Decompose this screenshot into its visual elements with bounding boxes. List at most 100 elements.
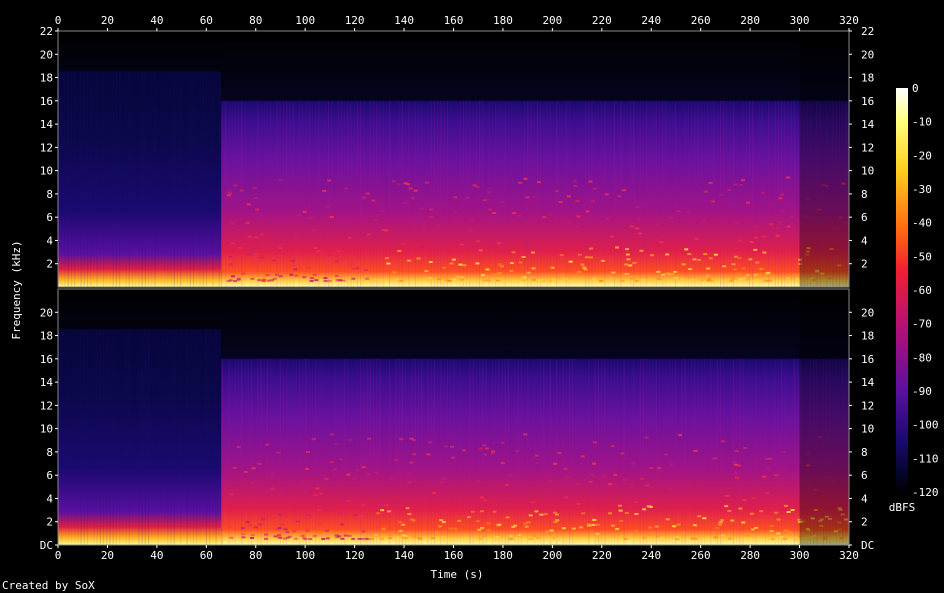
y-tick-label-left: 12 [40, 141, 53, 154]
x-tick-label-top: 300 [790, 14, 810, 27]
x-tick-label-top: 60 [200, 14, 213, 27]
y-tick-label-right: 16 [861, 95, 874, 108]
colorbar-tick-label: -20 [912, 149, 932, 162]
colorbar-tick-label: -40 [912, 217, 932, 230]
y-tick-label-left: 16 [40, 95, 53, 108]
x-tick-label-bottom: 160 [444, 549, 464, 562]
x-tick-label-top: 120 [345, 14, 365, 27]
y-tick-label-left: 18 [40, 72, 53, 85]
colorbar-tick-label: -50 [912, 250, 932, 263]
y-tick-label-left: 20 [40, 48, 53, 61]
y-tick-label-right: 12 [861, 141, 874, 154]
y-tick-label-right: 18 [861, 330, 874, 343]
y-tick-label-left: 14 [40, 118, 54, 131]
x-tick-label-top: 0 [55, 14, 62, 27]
x-tick-label-bottom: 180 [493, 549, 513, 562]
x-tick-label-bottom: 300 [790, 549, 810, 562]
x-tick-label-bottom: 320 [839, 549, 859, 562]
spectrogram-chart: 22 2220 2018 1816 1614 1412 1210 108 86 64 42 220 20… [2, 14, 939, 592]
colorbar: 0 -10 -20 -30 -40 -50 -60 -70 -80 -90 -100 -110 -120… [889, 82, 939, 514]
colorbar-tick-label: -110 [912, 452, 939, 465]
y-tick-label-right: DC [861, 539, 874, 552]
x-tick-label-bottom: 0 [55, 549, 62, 562]
y-tick-label-right: 14 [861, 118, 875, 131]
x-tick-label-top: 100 [295, 14, 315, 27]
y-tick-label-left: 16 [40, 353, 53, 366]
x-tick-label-top: 40 [150, 14, 163, 27]
colorbar-tick-label: 0 [912, 82, 919, 95]
x-tick-label-top: 140 [394, 14, 414, 27]
y-tick-label-left: 12 [40, 399, 53, 412]
y-tick-label-left: 18 [40, 330, 53, 343]
y-tick-label-right: 6 [861, 469, 868, 482]
y-tick-label-right: 18 [861, 72, 874, 85]
y-tick-label-left: 14 [40, 376, 54, 389]
y-tick-label-right: 4 [861, 234, 868, 247]
x-tick-label-top: 220 [592, 14, 612, 27]
x-tick-label-bottom: 40 [150, 549, 163, 562]
x-tick-label-bottom: 280 [740, 549, 760, 562]
channel-panel-2: 20 20 18 18 16 16 14 14 12 12 10 10 8 8 6 6 4 4 2 2 DC DC [40, 288, 875, 552]
x-tick-label-top: 160 [444, 14, 464, 27]
x-tick-label-top: 240 [641, 14, 661, 27]
colorbar-tick-label: -70 [912, 318, 932, 331]
colorbar-label: dBFS [889, 501, 916, 514]
x-tick-label-bottom: 240 [641, 549, 661, 562]
y-tick-label-left: 10 [40, 423, 53, 436]
colorbar-gradient [896, 88, 908, 492]
y-tick-label-right: 16 [861, 353, 874, 366]
x-tick-label-bottom: 20 [101, 549, 114, 562]
x-tick-label-bottom: 100 [295, 549, 315, 562]
channel-panel-1: 22 2220 2018 1816 1614 1412 1210 108 86 64 42 2 [40, 25, 875, 288]
y-tick-label-right: 8 [861, 446, 868, 459]
x-tick-label-bottom: 220 [592, 549, 612, 562]
y-tick-label-right: 14 [861, 376, 875, 389]
colorbar-tick-label: -90 [912, 385, 932, 398]
y-tick-label-right: 12 [861, 399, 874, 412]
y-tick-label-left: 6 [46, 469, 53, 482]
y-tick-label-right: 20 [861, 306, 874, 319]
y-tick-label-right: 4 [861, 492, 868, 505]
x-tick-label-top: 80 [249, 14, 262, 27]
y-tick-label-left: 4 [46, 234, 53, 247]
x-tick-label-top: 200 [542, 14, 562, 27]
colorbar-tick-label: -10 [912, 116, 932, 129]
colorbar-tick-label: -100 [912, 419, 939, 432]
x-tick-label-bottom: 60 [200, 549, 213, 562]
y-tick-label-left: DC [40, 539, 53, 552]
y-tick-label-left: 6 [46, 211, 53, 224]
y-tick-label-right: 10 [861, 423, 874, 436]
y-tick-label-left: 2 [46, 516, 53, 529]
x-tick-label-bottom: 200 [542, 549, 562, 562]
x-axis-label: Time (s) [431, 568, 484, 581]
y-tick-label-right: 10 [861, 165, 874, 178]
y-axis-label: Frequency (kHz) [10, 240, 23, 339]
y-tick-label-right: 2 [861, 258, 868, 271]
colorbar-tick-label: -60 [912, 284, 932, 297]
credit-text: Created by SoX [2, 579, 95, 592]
x-tick-label-top: 180 [493, 14, 513, 27]
x-tick-label-bottom: 120 [345, 549, 365, 562]
x-tick-label-top: 280 [740, 14, 760, 27]
y-tick-label-left: 2 [46, 258, 53, 271]
y-tick-label-left: 20 [40, 306, 53, 319]
y-tick-label-left: 8 [46, 188, 53, 201]
y-tick-label-right: 22 [861, 25, 874, 38]
y-tick-label-left: 4 [46, 492, 53, 505]
x-tick-label-top: 320 [839, 14, 859, 27]
x-tick-label-bottom: 80 [249, 549, 262, 562]
y-tick-label-left: 10 [40, 165, 53, 178]
colorbar-tick-label: -30 [912, 183, 932, 196]
colorbar-tick-label: -80 [912, 351, 932, 364]
y-tick-label-right: 6 [861, 211, 868, 224]
x-tick-label-bottom: 140 [394, 549, 414, 562]
y-tick-label-right: 8 [861, 188, 868, 201]
x-tick-label-bottom: 260 [691, 549, 711, 562]
y-tick-label-left: 8 [46, 446, 53, 459]
y-tick-label-right: 20 [861, 48, 874, 61]
y-tick-label-left: 22 [40, 25, 53, 38]
colorbar-tick-label: -120 [912, 486, 939, 499]
x-tick-label-top: 20 [101, 14, 114, 27]
x-tick-label-top: 260 [691, 14, 711, 27]
y-tick-label-right: 2 [861, 516, 868, 529]
